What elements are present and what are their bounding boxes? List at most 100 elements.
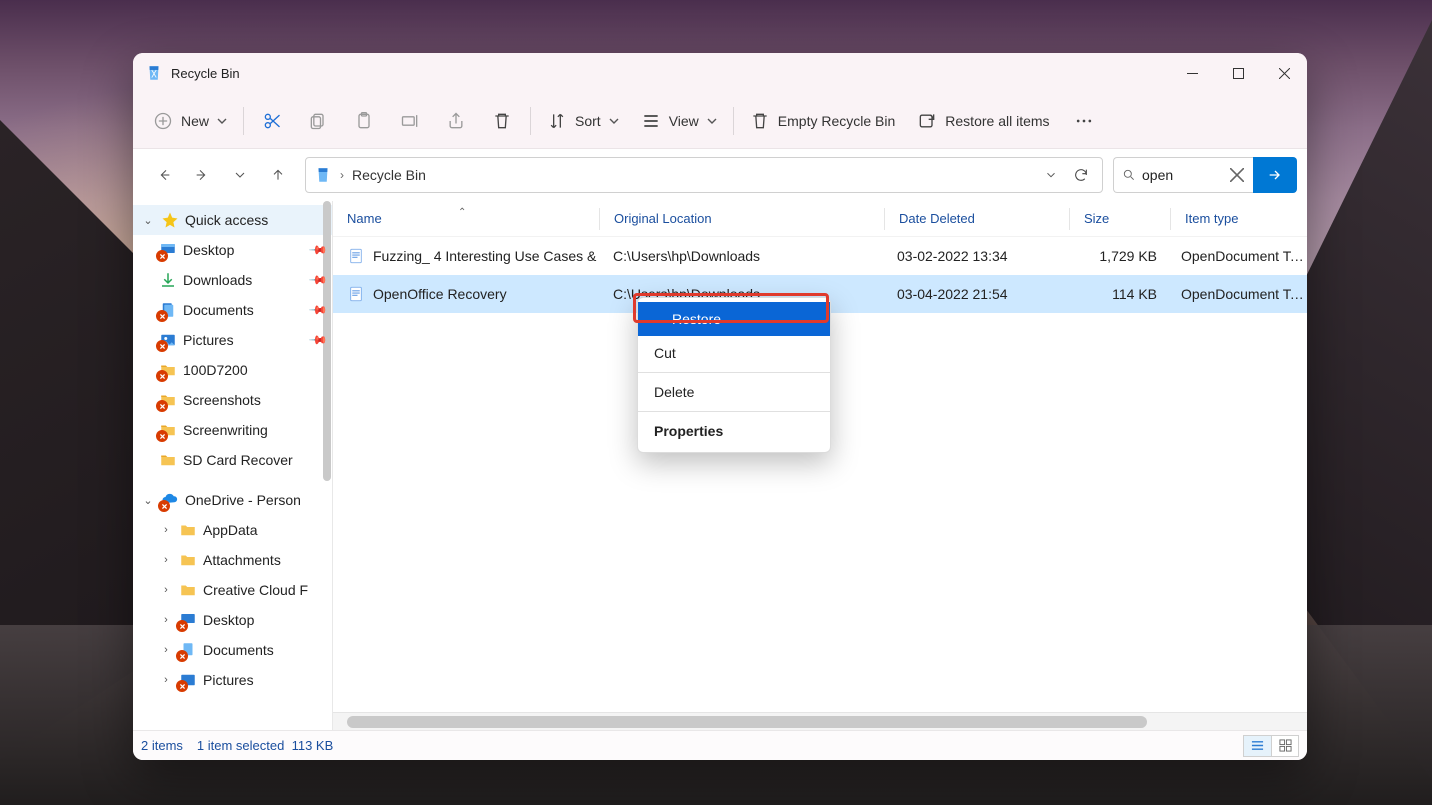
search-box[interactable] (1113, 157, 1253, 193)
chevron-right-icon[interactable]: › (159, 524, 173, 536)
search-go-button[interactable] (1253, 157, 1297, 193)
sidebar-item-label: Desktop (183, 242, 234, 258)
sidebar-item-documents[interactable]: Documents📌 (133, 295, 332, 325)
recycle-bin-icon (314, 166, 332, 184)
status-item-count: 2 items (141, 738, 183, 753)
empty-recycle-bin-button[interactable]: Empty Recycle Bin (740, 102, 905, 140)
address-dropdown[interactable] (1042, 168, 1060, 182)
details-view-button[interactable] (1243, 735, 1271, 757)
column-header-date-deleted[interactable]: Date Deleted (885, 211, 1069, 226)
thumbnails-view-button[interactable] (1271, 735, 1299, 757)
sidebar-item-folder[interactable]: Screenwriting (133, 415, 332, 445)
file-explorer-window: Recycle Bin New Sort View (133, 53, 1307, 760)
sidebar-item-desktop[interactable]: Desktop📌 (133, 235, 332, 265)
rename-icon (400, 111, 420, 131)
chevron-right-icon[interactable]: › (159, 554, 173, 566)
file-row[interactable]: Fuzzing_ 4 Interesting Use Cases & … C:\… (333, 237, 1307, 275)
delete-button[interactable] (480, 102, 524, 140)
sidebar-item-folder[interactable]: › AppData (133, 515, 332, 545)
folder-icon (179, 521, 197, 539)
sidebar-item-documents[interactable]: ›Documents (133, 635, 332, 665)
search-input[interactable] (1142, 167, 1223, 183)
pictures-icon (179, 671, 197, 689)
folder-icon (159, 451, 177, 469)
share-button[interactable] (434, 102, 478, 140)
maximize-button[interactable] (1215, 53, 1261, 93)
download-icon (159, 271, 177, 289)
sidebar-item-folder[interactable]: 100D7200 (133, 355, 332, 385)
share-icon (446, 111, 466, 131)
empty-recycle-bin-label: Empty Recycle Bin (778, 113, 895, 129)
close-button[interactable] (1261, 53, 1307, 93)
more-button[interactable] (1062, 102, 1106, 140)
address-bar[interactable]: › Recycle Bin (305, 157, 1103, 193)
context-menu-restore[interactable]: Restore (638, 302, 830, 336)
scrollbar-thumb[interactable] (347, 716, 1147, 728)
copy-button[interactable] (296, 102, 340, 140)
sidebar-item-label: OneDrive - Person (185, 492, 301, 508)
star-icon (161, 211, 179, 229)
sort-ascending-icon: ⌃ (458, 207, 466, 218)
column-label: Date Deleted (899, 211, 975, 226)
sidebar-item-pictures[interactable]: Pictures📌 (133, 325, 332, 355)
chevron-right-icon[interactable]: › (159, 644, 173, 656)
context-menu-delete[interactable]: Delete (638, 375, 830, 409)
rename-button[interactable] (388, 102, 432, 140)
paste-button[interactable] (342, 102, 386, 140)
sidebar-item-desktop[interactable]: ›Desktop (133, 605, 332, 635)
horizontal-scrollbar[interactable] (333, 712, 1307, 730)
column-header-name[interactable]: Name⌃ (333, 211, 599, 226)
new-label: New (181, 113, 209, 129)
chevron-right-icon[interactable]: › (159, 584, 173, 596)
sidebar-quick-access[interactable]: ⌄ Quick access (133, 205, 332, 235)
sidebar-item-label: Downloads (183, 272, 252, 288)
cut-button[interactable] (250, 102, 294, 140)
sidebar-item-label: SD Card Recover (183, 452, 293, 468)
up-button[interactable] (261, 158, 295, 192)
sort-button[interactable]: Sort (537, 102, 629, 140)
refresh-icon (1073, 167, 1089, 183)
breadcrumb[interactable]: Recycle Bin (352, 167, 426, 183)
titlebar[interactable]: Recycle Bin (133, 53, 1307, 93)
sidebar-item-pictures[interactable]: › Pictures (133, 665, 332, 695)
sidebar-item-label: AppData (203, 522, 257, 538)
forward-button[interactable] (185, 158, 219, 192)
column-header-item-type[interactable]: Item type (1171, 211, 1307, 226)
navigation-pane[interactable]: ⌄ Quick access Desktop📌 Downloads📌 Docum… (133, 201, 333, 730)
nav-arrows (143, 158, 295, 192)
column-header-size[interactable]: Size (1070, 211, 1170, 226)
view-button[interactable]: View (631, 102, 727, 140)
window-title: Recycle Bin (171, 66, 240, 81)
trash-icon (750, 111, 770, 131)
chevron-right-icon[interactable]: › (159, 674, 173, 686)
context-menu-label: Properties (654, 423, 723, 439)
restore-all-button[interactable]: Restore all items (907, 102, 1059, 140)
file-name: OpenOffice Recovery (373, 286, 507, 302)
more-icon (1074, 111, 1094, 131)
clipboard-icon (354, 111, 374, 131)
sidebar-item-folder[interactable]: ›Attachments (133, 545, 332, 575)
sidebar-item-folder[interactable]: SD Card Recover (133, 445, 332, 475)
context-menu-cut[interactable]: Cut (638, 336, 830, 370)
status-selection: 1 item selected 113 KB (197, 738, 333, 753)
sidebar-item-label: Pictures (203, 672, 254, 688)
minimize-button[interactable] (1169, 53, 1215, 93)
chevron-down-icon[interactable]: ⌄ (141, 494, 155, 507)
clear-search-button[interactable] (1229, 167, 1245, 183)
refresh-button[interactable] (1066, 167, 1096, 183)
chevron-down-icon[interactable]: ⌄ (141, 214, 155, 227)
sidebar-item-downloads[interactable]: Downloads📌 (133, 265, 332, 295)
sidebar-onedrive[interactable]: ⌄ OneDrive - Person (133, 485, 332, 515)
back-button[interactable] (147, 158, 181, 192)
context-menu-properties[interactable]: Properties (638, 414, 830, 448)
arrow-right-icon (1267, 167, 1283, 183)
recent-locations-button[interactable] (223, 158, 257, 192)
chevron-right-icon[interactable]: › (159, 614, 173, 626)
sidebar-item-folder[interactable]: Screenshots (133, 385, 332, 415)
column-header-original-location[interactable]: Original Location (600, 211, 884, 226)
sidebar-item-folder[interactable]: ›Creative Cloud F (133, 575, 332, 605)
new-button[interactable]: New (143, 102, 237, 140)
chevron-down-icon (1044, 168, 1058, 182)
folder-icon (159, 421, 177, 439)
file-location: C:\Users\hp\Downloads (599, 248, 883, 264)
